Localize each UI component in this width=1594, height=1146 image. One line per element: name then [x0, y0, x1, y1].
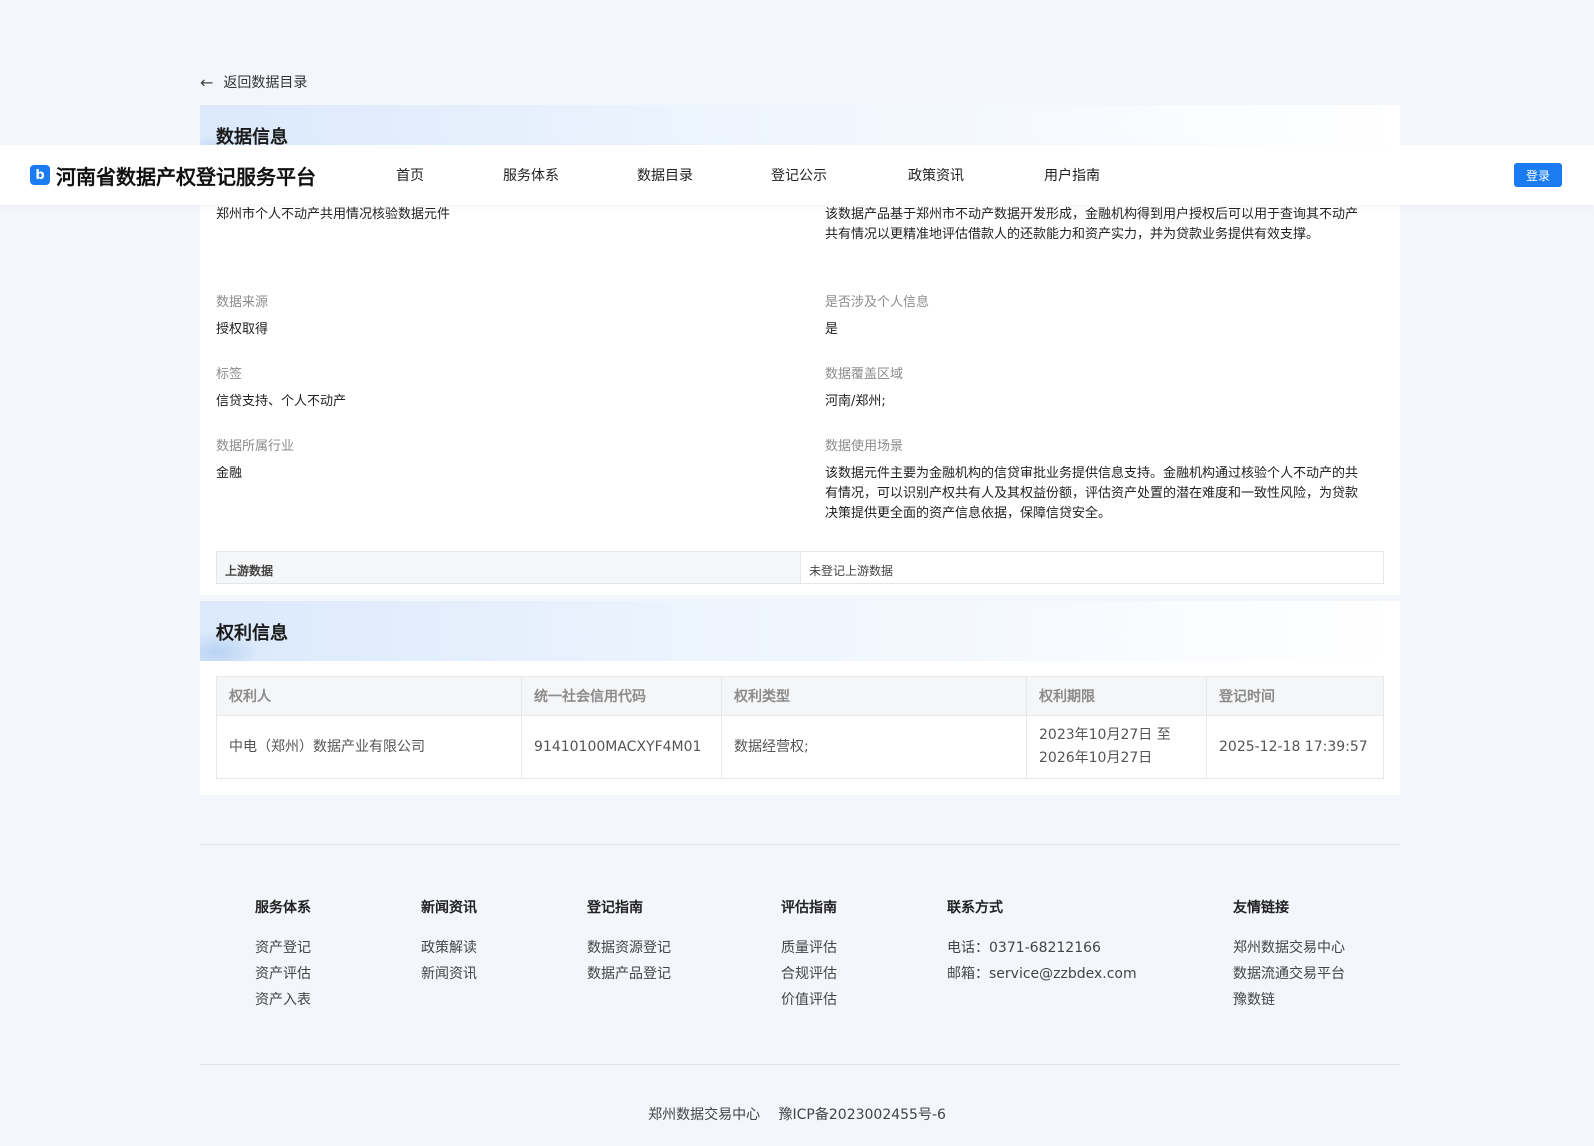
footer-link[interactable]: 资产评估 — [255, 965, 311, 983]
footer-link[interactable]: 质量评估 — [781, 939, 837, 957]
upstream-data-value: 未登记上游数据 — [809, 564, 894, 578]
nav-registration-notice[interactable]: 登记公示 — [771, 165, 908, 185]
footer-link[interactable]: 资产登记 — [255, 939, 311, 957]
rights-table: 权利人 统一社会信用代码 权利类型 权利期限 登记时间 中电（郑州）数据产业有限… — [216, 676, 1384, 779]
industry-value: 金融 — [216, 466, 243, 481]
footer-link[interactable]: 豫数链 — [1233, 991, 1345, 1009]
coverage-region-field: 数据覆盖区域 河南/郑州; — [825, 363, 1370, 412]
tags-label: 标签 — [216, 367, 243, 382]
data-source-label: 数据来源 — [216, 295, 269, 310]
footer-col-news: 新闻资讯 政策解读 新闻资讯 — [421, 897, 477, 991]
footer-link[interactable]: 新闻资讯 — [421, 965, 477, 983]
data-name-value: 郑州市个人不动产共用情况核验数据元件 — [216, 207, 451, 222]
footer-col-title: 友情链接 — [1233, 900, 1289, 916]
col-term: 权利期限 — [1026, 676, 1207, 716]
usage-scenario-label: 数据使用场景 — [825, 439, 904, 454]
personal-info-field: 是否涉及个人信息 是 — [825, 291, 1370, 340]
footer-col-service: 服务体系 资产登记 资产评估 资产入表 — [255, 897, 311, 1017]
contact-phone: 电话：0371-68212166 — [947, 940, 1101, 956]
copyright-bar: 郑州数据交易中心 豫ICP备2023002455号-6 — [0, 1104, 1594, 1124]
site-header: b 河南省数据产权登记服务平台 首页 服务体系 数据目录 登记公示 政策资讯 用… — [0, 145, 1594, 205]
upstream-data-row: 上游数据 未登记上游数据 — [216, 551, 1384, 584]
rights-info-title: 权利信息 — [216, 623, 288, 644]
data-description-value: 该数据产品基于郑州市不动产数据开发形成，金融机构得到用户授权后可以用于查询其不动… — [825, 207, 1359, 242]
footer-divider-top — [200, 844, 1400, 845]
icp-license[interactable]: 豫ICP备2023002455号-6 — [779, 1107, 946, 1123]
personal-info-value: 是 — [825, 322, 839, 337]
term-start: 2023年10月27日 至 — [1039, 727, 1171, 743]
usage-scenario-field: 数据使用场景 该数据元件主要为金融机构的信贷审批业务提供信息支持。金融机构通过核… — [825, 435, 1370, 524]
footer-link[interactable]: 郑州数据交易中心 — [1233, 939, 1345, 957]
table-row: 中电（郑州）数据产业有限公司 91410100MACXYF4M01 数据经营权;… — [216, 715, 1384, 779]
term-cell: 2023年10月27日 至 2026年10月27日 — [1026, 715, 1207, 779]
term-end: 2026年10月27日 — [1039, 750, 1153, 766]
col-right-type: 权利类型 — [721, 676, 1027, 716]
footer-col-evaluation-guide: 评估指南 质量评估 合规评估 价值评估 — [781, 897, 837, 1017]
industry-label: 数据所属行业 — [216, 439, 295, 454]
data-name-field: 郑州市个人不动产共用情况核验数据元件 — [216, 205, 776, 225]
footer-link[interactable]: 数据产品登记 — [587, 965, 671, 983]
rights-info-header: 权利信息 — [200, 601, 1400, 661]
contact-email[interactable]: 邮箱：service@zzbdex.com — [947, 965, 1137, 983]
coverage-region-value: 河南/郑州; — [825, 394, 886, 409]
footer-link[interactable]: 合规评估 — [781, 965, 837, 983]
back-to-catalog-link[interactable]: ← 返回数据目录 — [200, 72, 307, 92]
site-title: 河南省数据产权登记服务平台 — [56, 164, 316, 189]
logo-icon: b — [30, 165, 50, 185]
nav-data-catalog[interactable]: 数据目录 — [637, 165, 771, 185]
footer-col-friend-links: 友情链接 郑州数据交易中心 数据流通交易平台 豫数链 — [1233, 897, 1345, 1017]
footer-link[interactable]: 资产入表 — [255, 991, 311, 1009]
footer-col-title: 联系方式 — [947, 900, 1003, 916]
nav-service-system[interactable]: 服务体系 — [503, 165, 637, 185]
data-source-value: 授权取得 — [216, 322, 269, 337]
arrow-left-icon: ← — [200, 72, 214, 92]
holder-cell: 中电（郑州）数据产业有限公司 — [216, 715, 522, 779]
site-logo[interactable]: b 河南省数据产权登记服务平台 — [30, 161, 316, 190]
industry-field: 数据所属行业 金融 — [216, 435, 776, 484]
footer-col-title: 评估指南 — [781, 900, 837, 916]
tags-field: 标签 信贷支持、个人不动产 — [216, 363, 776, 412]
col-holder: 权利人 — [216, 676, 522, 716]
footer-col-title: 登记指南 — [587, 900, 643, 916]
footer-col-title: 服务体系 — [255, 900, 311, 916]
footer-link[interactable]: 数据资源登记 — [587, 939, 671, 957]
nav-policy-news[interactable]: 政策资讯 — [908, 165, 1044, 185]
footer-col-title: 新闻资讯 — [421, 900, 477, 916]
usage-scenario-value: 该数据元件主要为金融机构的信贷审批业务提供信息支持。金融机构通过核验个人不动产的… — [825, 466, 1359, 521]
footer-org: 郑州数据交易中心 — [648, 1107, 761, 1123]
right-type-cell: 数据经营权; — [721, 715, 1027, 779]
data-description-field: 该数据产品基于郑州市不动产数据开发形成，金融机构得到用户授权后可以用于查询其不动… — [825, 205, 1370, 245]
main-nav: 首页 服务体系 数据目录 登记公示 政策资讯 用户指南 — [396, 165, 1100, 185]
footer-col-contact: 联系方式 电话：0371-68212166 邮箱：service@zzbdex.… — [947, 897, 1137, 991]
footer-link[interactable]: 政策解读 — [421, 939, 477, 957]
footer-col-registration-guide: 登记指南 数据资源登记 数据产品登记 — [587, 897, 671, 991]
coverage-region-label: 数据覆盖区域 — [825, 367, 904, 382]
back-link-label: 返回数据目录 — [223, 75, 308, 91]
upstream-data-label: 上游数据 — [217, 552, 801, 583]
personal-info-label: 是否涉及个人信息 — [825, 295, 930, 310]
col-credit-code: 统一社会信用代码 — [521, 676, 722, 716]
registered-time-cell: 2025-12-18 17:39:57 — [1206, 715, 1384, 779]
login-button[interactable]: 登录 — [1514, 163, 1562, 187]
nav-user-guide[interactable]: 用户指南 — [1044, 165, 1100, 185]
rights-info-card: 权利信息 权利人 统一社会信用代码 权利类型 权利期限 登记时间 中电（郑州）数… — [200, 601, 1400, 795]
nav-home[interactable]: 首页 — [396, 165, 503, 185]
table-header-row: 权利人 统一社会信用代码 权利类型 权利期限 登记时间 — [216, 676, 1384, 716]
footer-link[interactable]: 价值评估 — [781, 991, 837, 1009]
col-registered-time: 登记时间 — [1206, 676, 1384, 716]
data-source-field: 数据来源 授权取得 — [216, 291, 776, 340]
tags-value: 信贷支持、个人不动产 — [216, 394, 347, 409]
footer-divider-bottom — [200, 1064, 1400, 1065]
footer-link[interactable]: 数据流通交易平台 — [1233, 965, 1345, 983]
credit-code-cell: 91410100MACXYF4M01 — [521, 715, 722, 779]
